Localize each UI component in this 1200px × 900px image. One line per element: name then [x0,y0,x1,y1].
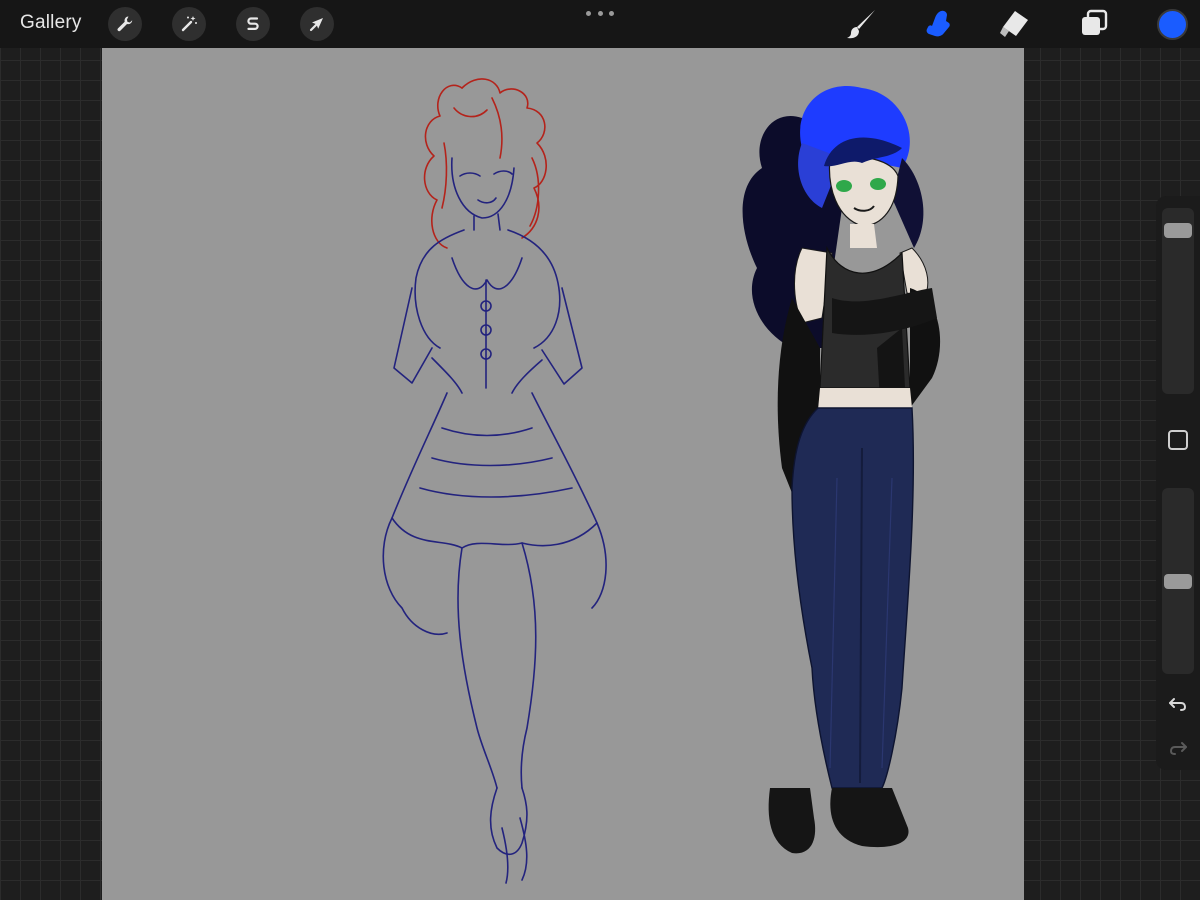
color-picker-button[interactable] [1157,9,1188,40]
undo-button[interactable] [1166,692,1190,716]
brush-size-slider-thumb[interactable] [1164,223,1192,239]
magic-wand-icon [181,16,197,32]
eraser-icon [1000,11,1028,37]
brush-icon [847,10,875,39]
transform-button[interactable] [300,7,334,41]
brush-tool[interactable] [844,6,880,42]
smudge-finger-icon [926,10,950,37]
artwork [382,78,941,884]
adjustments-button[interactable] [172,7,206,41]
opacity-slider[interactable] [1162,488,1194,674]
selection-s-icon [247,17,259,30]
side-toolbar [1156,196,1200,770]
wrench-icon [117,16,133,32]
opacity-slider-thumb[interactable] [1164,573,1192,589]
smudge-tool[interactable] [920,6,956,42]
actions-button[interactable] [108,7,142,41]
redo-arrow-icon [1169,742,1187,755]
undo-arrow-icon [1169,698,1187,711]
drawing-canvas[interactable] [102,48,1024,900]
brush-size-slider[interactable] [1162,208,1194,394]
layers-button[interactable] [1076,6,1112,42]
sketch-figure-victorian-dress [382,78,607,884]
more-options-icon[interactable] [586,6,614,20]
colored-figure-goth-girl [742,86,941,854]
selection-button[interactable] [236,7,270,41]
modify-button[interactable] [1168,430,1188,450]
arrow-cursor-icon [309,18,323,32]
top-toolbar: Gallery [0,0,1200,48]
redo-button[interactable] [1166,736,1190,760]
layers-icon [1082,9,1108,35]
gallery-button[interactable]: Gallery [20,12,82,34]
eraser-tool[interactable] [996,6,1032,42]
